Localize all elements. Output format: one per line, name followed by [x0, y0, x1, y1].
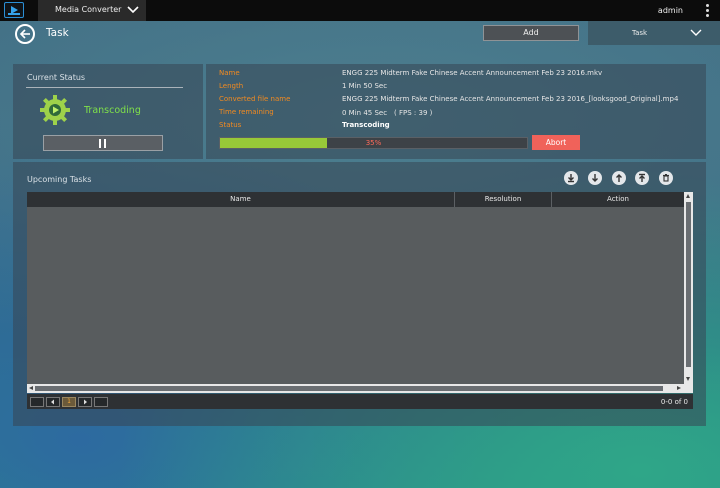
scroll-right-icon[interactable]: [677, 386, 681, 390]
task-dropdown-label: Task: [632, 29, 648, 37]
upcoming-tasks-panel: Upcoming Tasks Name Resolution Action 1 …: [13, 162, 706, 426]
user-name[interactable]: admin: [658, 6, 683, 15]
top-bar: Media Converter admin: [0, 0, 720, 21]
progress-label: 35%: [365, 139, 382, 147]
app-tab-label: Media Converter: [55, 5, 122, 14]
status-value: Transcoding: [342, 121, 390, 129]
column-header-name[interactable]: Name: [27, 192, 454, 207]
pagination-bar: 1 0-0 of 0: [27, 394, 693, 409]
app-logo-icon[interactable]: [4, 2, 24, 18]
chevron-down-icon: [690, 29, 702, 36]
name-value: ENGG 225 Midterm Fake Chinese Accent Ann…: [342, 69, 603, 77]
length-key: Length: [219, 82, 244, 90]
length-value: 1 Min 50 Sec: [342, 82, 388, 90]
time-remaining-key: Time remaining: [219, 108, 274, 116]
scroll-up-icon[interactable]: [686, 194, 690, 198]
chevron-down-icon[interactable]: [126, 3, 140, 17]
name-key: Name: [219, 69, 240, 77]
first-page-button[interactable]: [30, 397, 44, 407]
scroll-left-icon[interactable]: [29, 386, 33, 390]
pause-icon: [99, 139, 101, 148]
add-button[interactable]: Add: [483, 25, 579, 41]
column-header-action[interactable]: Action: [551, 192, 684, 207]
trash-icon[interactable]: [659, 171, 673, 185]
current-status-panel: Current Status Transcoding: [13, 64, 203, 159]
last-page-button[interactable]: [94, 397, 108, 407]
upcoming-tasks-heading: Upcoming Tasks: [27, 175, 92, 184]
divider: [26, 87, 183, 88]
scroll-thumb[interactable]: [686, 202, 691, 367]
current-status-heading: Current Status: [27, 73, 86, 82]
pause-button[interactable]: [43, 135, 163, 151]
column-header-resolution[interactable]: Resolution: [454, 192, 551, 207]
move-up-icon[interactable]: [612, 171, 626, 185]
pagination-summary: 0-0 of 0: [660, 398, 688, 406]
current-page-number[interactable]: 1: [62, 397, 76, 407]
move-bottom-icon[interactable]: [564, 171, 578, 185]
back-button[interactable]: [15, 24, 35, 44]
more-options-icon[interactable]: [706, 4, 710, 19]
progress-bar: 35%: [219, 137, 528, 149]
move-down-icon[interactable]: [588, 171, 602, 185]
arrow-left-icon: [19, 29, 30, 39]
task-dropdown[interactable]: Task: [588, 21, 720, 45]
converted-file-key: Converted file name: [219, 95, 291, 103]
vertical-scrollbar[interactable]: [684, 192, 693, 393]
abort-button[interactable]: Abort: [532, 135, 580, 150]
app-tab-media-converter[interactable]: Media Converter: [38, 0, 146, 21]
previous-page-button[interactable]: [46, 397, 60, 407]
page-title: Task: [46, 27, 69, 39]
status-key: Status: [219, 121, 242, 129]
time-remaining-value: 0 Min 45 Sec ( FPS : 39 ): [342, 109, 433, 117]
task-details-panel: Name ENGG 225 Midterm Fake Chinese Accen…: [206, 64, 706, 159]
upcoming-tasks-table: Name Resolution Action: [27, 192, 693, 393]
move-top-icon[interactable]: [635, 171, 649, 185]
status-state-label: Transcoding: [84, 105, 141, 116]
next-page-button[interactable]: [78, 397, 92, 407]
scroll-thumb[interactable]: [35, 386, 663, 391]
gear-play-icon: [40, 95, 70, 125]
converted-file-value: ENGG 225 Midterm Fake Chinese Accent Ann…: [342, 95, 679, 103]
table-header: Name Resolution Action: [27, 192, 684, 207]
scroll-down-icon[interactable]: [686, 377, 690, 381]
horizontal-scrollbar[interactable]: [27, 384, 693, 393]
